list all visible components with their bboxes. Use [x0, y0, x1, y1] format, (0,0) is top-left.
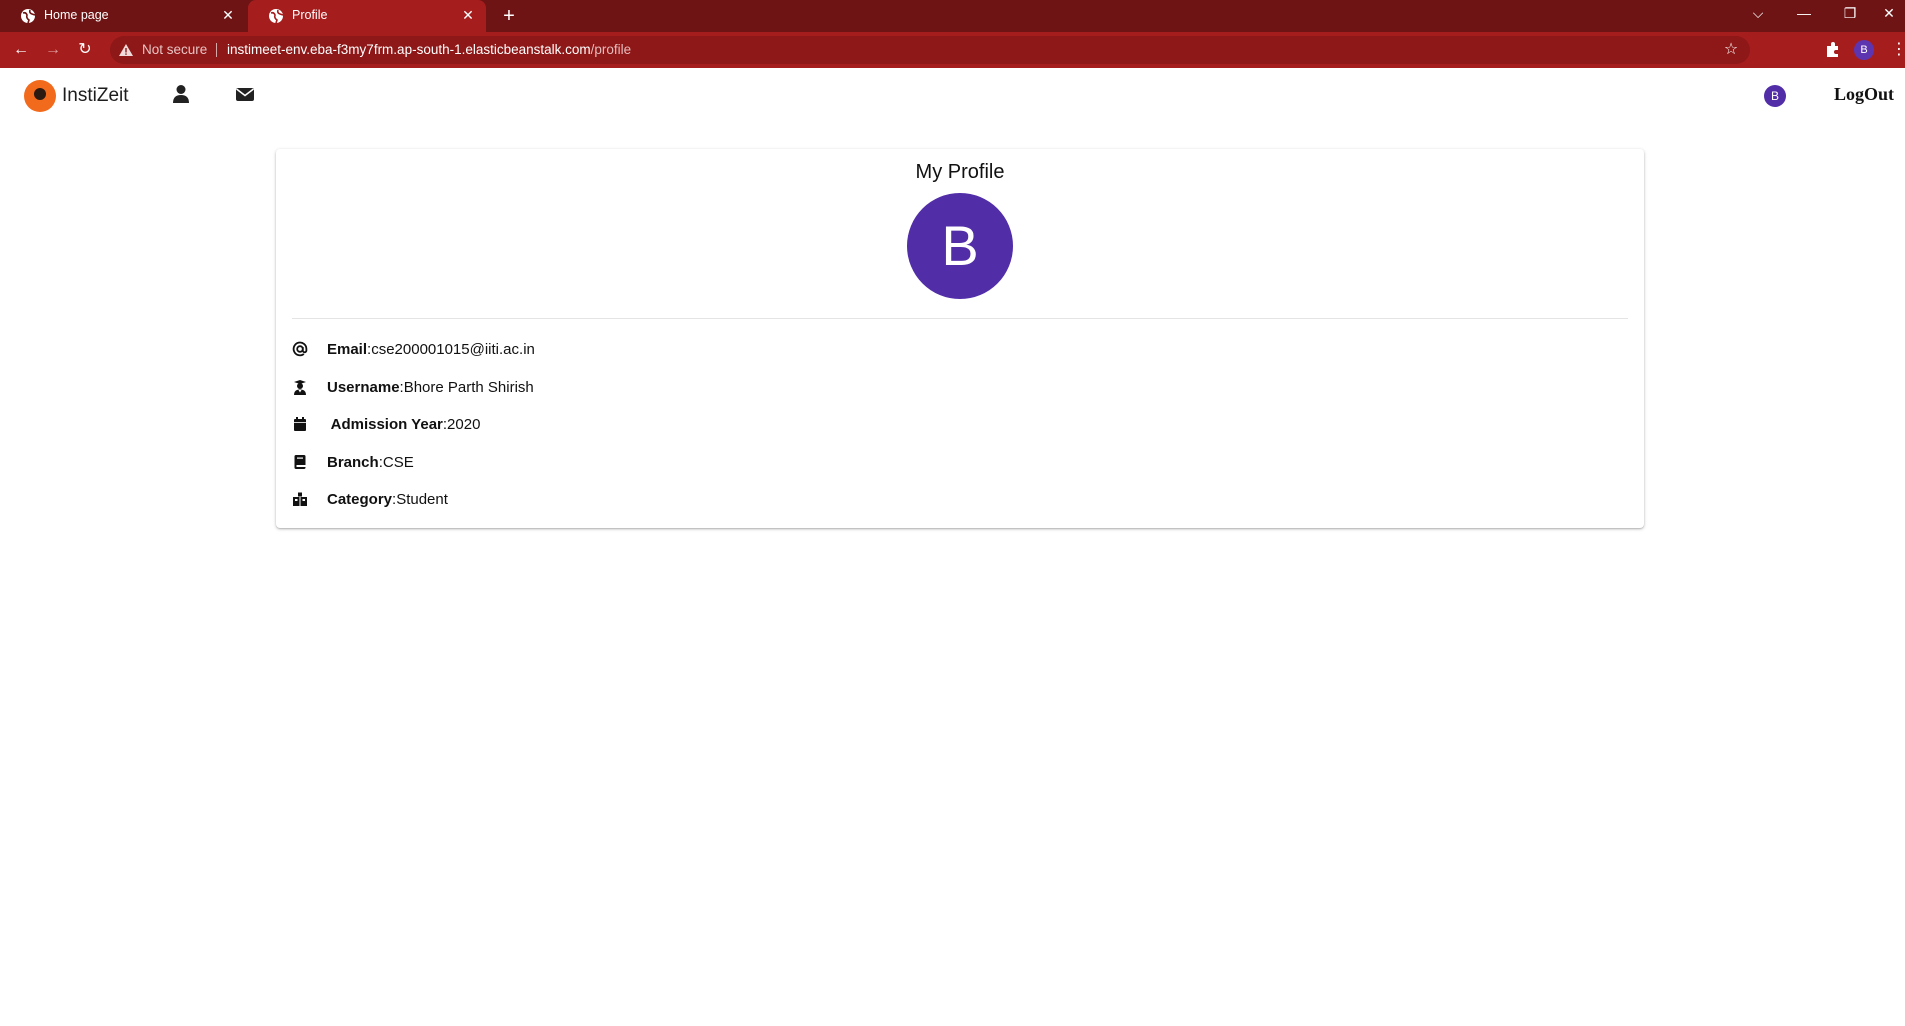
field-value: :cse200001015@iiti.ac.in — [367, 341, 535, 358]
url-host: instimeet-env.eba-f3my7frm.ap-south-1.el… — [227, 42, 591, 57]
divider — [292, 318, 1628, 319]
address-bar[interactable]: Not secure instimeet-env.eba-f3my7frm.ap… — [110, 36, 1750, 64]
logout-button[interactable]: LogOut — [1834, 84, 1894, 105]
page-title: My Profile — [915, 161, 1005, 183]
reload-icon[interactable]: ↻ — [74, 39, 96, 61]
new-tab-button[interactable]: + — [498, 5, 520, 27]
field-value: :CSE — [378, 454, 414, 471]
address-divider — [216, 43, 217, 57]
globe-icon — [21, 9, 36, 24]
user-graduate-icon — [294, 380, 306, 395]
profile-field-branch: Branch:CSE — [292, 452, 992, 474]
profile-avatar: B — [907, 193, 1013, 299]
envelope-icon[interactable] — [234, 83, 256, 105]
globe-icon — [269, 9, 284, 24]
restore-icon[interactable]: ❐ — [1827, 0, 1873, 28]
tab-home-page[interactable]: Home page ✕ — [0, 0, 246, 32]
at-icon — [292, 341, 308, 357]
instizeit-logo[interactable] — [24, 80, 56, 112]
minimize-icon[interactable]: — — [1781, 0, 1827, 28]
brand-name[interactable]: InstiZeit — [62, 85, 129, 107]
tab-title: Home page — [44, 8, 109, 22]
browser-profile-avatar[interactable]: B — [1854, 40, 1874, 60]
profile-field-username: Username:Bhore Parth Shirish — [292, 377, 992, 399]
close-tab-icon[interactable]: ✕ — [460, 7, 476, 23]
browser-tabstrip: Home page ✕ Profile ✕ + ⌵ — ❐ ✕ — [0, 0, 1905, 32]
extensions-puzzle-icon[interactable] — [1823, 40, 1843, 60]
field-label: Username — [327, 379, 400, 396]
calendar-icon — [294, 417, 306, 431]
tab-profile[interactable]: Profile ✕ — [248, 0, 486, 32]
bookmark-star-icon[interactable]: ☆ — [1722, 41, 1740, 59]
url-path: /profile — [590, 42, 632, 57]
field-value: :Bhore Parth Shirish — [399, 379, 534, 396]
field-label: Branch — [327, 454, 379, 471]
profile-field-email: Email:cse200001015@iiti.ac.in — [292, 339, 992, 361]
url-text[interactable]: instimeet-env.eba-f3my7frm.ap-south-1.el… — [227, 42, 631, 57]
warning-icon — [119, 44, 133, 56]
tab-title: Profile — [292, 8, 328, 22]
kebab-menu-icon[interactable]: ⋮ — [1891, 40, 1905, 60]
user-icon[interactable] — [170, 83, 192, 105]
field-label: Category — [327, 491, 393, 508]
back-arrow-icon[interactable]: ← — [10, 39, 32, 61]
profile-card: My Profile B Email:cse200001015@iiti.ac.… — [276, 149, 1644, 528]
browser-toolbar: ← → ↻ Not secure instimeet-env.eba-f3my7… — [0, 32, 1905, 68]
school-icon — [293, 492, 307, 506]
profile-field-admission-year: Admission Year:2020 — [292, 414, 992, 436]
field-value: :2020 — [442, 416, 481, 433]
field-label: Admission Year — [327, 416, 443, 433]
tab-search-icon[interactable]: ⌵ — [1735, 0, 1781, 28]
field-label: Email — [327, 341, 368, 358]
field-value: :Student — [392, 491, 448, 508]
app-navbar: InstiZeit B LogOut — [0, 68, 1905, 124]
close-window-icon[interactable]: ✕ — [1873, 0, 1905, 28]
user-avatar[interactable]: B — [1764, 85, 1786, 107]
close-tab-icon[interactable]: ✕ — [220, 7, 236, 23]
profile-field-category: Category:Student — [292, 489, 992, 511]
forward-arrow-icon[interactable]: → — [42, 39, 64, 61]
security-status[interactable]: Not secure — [142, 42, 207, 57]
book-icon — [294, 455, 306, 469]
